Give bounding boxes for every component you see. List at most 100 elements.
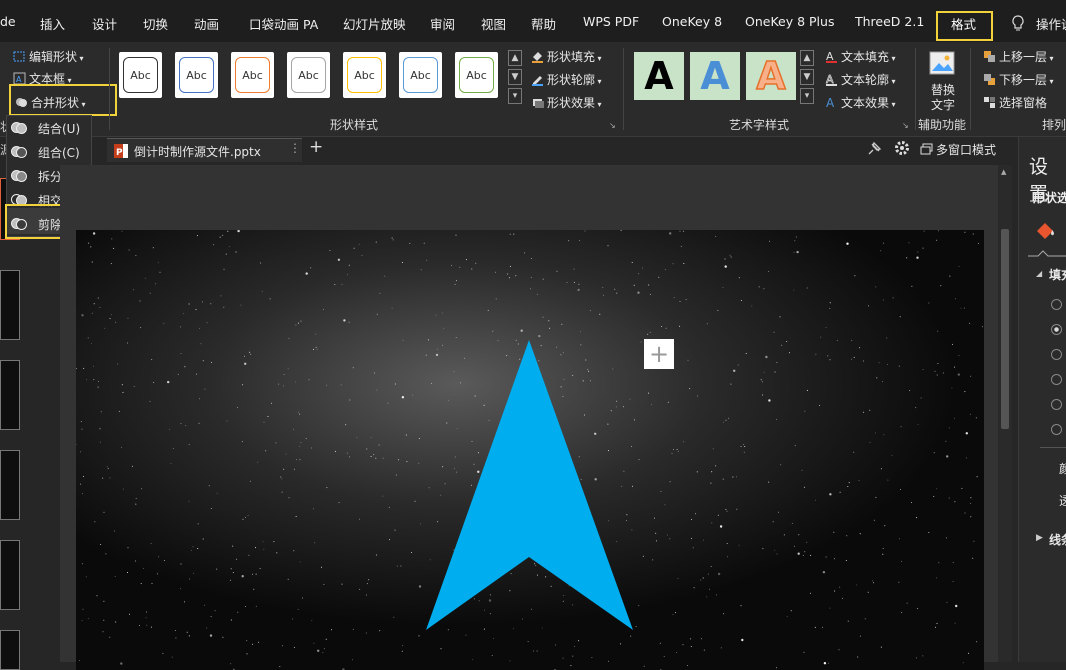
menu-help[interactable]: 帮助 [531, 14, 556, 33]
line-section-label[interactable]: 线条 [1049, 531, 1066, 548]
arrow-shape[interactable] [76, 230, 984, 670]
document-tab[interactable]: P 倒计时制作源文件.pptx [107, 138, 302, 162]
fill-radio-4[interactable] [1051, 374, 1062, 385]
text-outline-button[interactable]: A 文本轮廓 ▾ [825, 71, 896, 88]
shape-style-label: Abc [459, 57, 494, 93]
ribbon-divider [915, 48, 916, 130]
menu-transition[interactable]: 切换 [143, 14, 168, 33]
gear-icon[interactable] [894, 140, 910, 156]
menu-bar: de 插入 设计 切换 动画 口袋动画 PA 幻灯片放映 审阅 视图 帮助 WP… [0, 0, 1066, 48]
menu-format[interactable]: 格式 [951, 14, 976, 33]
fill-section-label[interactable]: 填充 [1049, 266, 1066, 283]
wordart-scroll-up[interactable]: ▲ [800, 50, 814, 66]
text-effect-button[interactable]: A 文本效果 ▾ [825, 94, 896, 111]
multi-window-label: 多窗口模式 [936, 143, 997, 157]
fill-radio-3[interactable] [1051, 349, 1062, 360]
shape-style-6[interactable]: Abc [399, 52, 442, 98]
shape-style-4[interactable]: Abc [287, 52, 330, 98]
menu-design-partial[interactable]: de [0, 14, 16, 29]
gallery-more[interactable]: ▾ [508, 88, 522, 104]
menu-animation[interactable]: 动画 [194, 14, 219, 33]
fill-radio-1[interactable] [1051, 299, 1062, 310]
combine-icon [10, 144, 28, 158]
menu-pocket-animation[interactable]: 口袋动画 PA [249, 14, 318, 33]
lightbulb-icon[interactable] [1012, 15, 1024, 32]
merge-shapes-button[interactable]: 合并形状 ▾ [15, 94, 86, 111]
menu-insert[interactable]: 插入 [40, 14, 65, 33]
shape-style-1[interactable]: Abc [119, 52, 162, 98]
text-fill-button[interactable]: A 文本填充 ▾ [825, 48, 896, 65]
menu-view[interactable]: 视图 [481, 14, 506, 33]
merge-shapes-icon [16, 98, 27, 107]
new-tab-button[interactable]: + [309, 137, 323, 157]
send-backward-icon [984, 74, 995, 85]
pane-shape-options-tab[interactable]: 形状选 [1033, 189, 1066, 206]
scroll-up-icon[interactable]: ▲ [1001, 168, 1006, 176]
wordart-style-2[interactable]: A [690, 52, 740, 100]
shape-style-7[interactable]: Abc [455, 52, 498, 98]
slide[interactable]: + [76, 230, 984, 670]
menu-threed[interactable]: ThreeD 2.1 [855, 14, 924, 29]
wordart-scroll-down[interactable]: ▼ [800, 69, 814, 85]
selection-pane-label: 选择窗格 [999, 96, 1048, 110]
merge-union-item[interactable]: 结合(U) [38, 120, 80, 137]
shape-fill-button[interactable]: 形状填充 ▾ [531, 48, 602, 65]
shape-outline-label: 形状轮廓 [547, 73, 596, 87]
menu-onekey8[interactable]: OneKey 8 [662, 14, 722, 29]
text-effect-icon: A [826, 96, 835, 109]
shape-effect-button[interactable]: 形状效果 ▾ [531, 94, 602, 111]
gallery-scroll-up[interactable]: ▲ [508, 50, 522, 66]
shape-style-5[interactable]: Abc [343, 52, 386, 98]
vertical-scrollbar[interactable]: ▲ [998, 165, 1012, 662]
fill-radio-5[interactable] [1051, 399, 1062, 410]
bring-forward-icon [984, 51, 995, 62]
text-effect-label: 文本效果 [841, 96, 890, 110]
shape-style-label: Abc [347, 57, 382, 93]
menu-slideshow[interactable]: 幻灯片放映 [343, 14, 406, 33]
slide-thumbnail[interactable] [0, 540, 20, 610]
scroll-thumb[interactable] [1001, 229, 1009, 429]
slide-thumbnail[interactable] [0, 360, 20, 430]
pin-icon[interactable] [866, 141, 882, 157]
gallery-scroll-down[interactable]: ▼ [508, 69, 522, 85]
slide-thumbnail[interactable] [0, 450, 20, 520]
shape-outline-button[interactable]: 形状轮廓 ▾ [531, 71, 602, 88]
wordart-style-3[interactable]: A [746, 52, 796, 100]
wordart-launcher-icon[interactable]: ↘ [902, 121, 909, 130]
menu-design[interactable]: 设计 [92, 14, 117, 33]
shape-fill-label: 形状填充 [547, 50, 596, 64]
fill-collapse-icon[interactable]: ◢ [1036, 269, 1042, 278]
shape-style-3[interactable]: Abc [231, 52, 274, 98]
fill-radio-6[interactable] [1051, 424, 1062, 435]
transparency-label: 透 [1059, 494, 1066, 508]
tab-indicator [1028, 250, 1066, 257]
multi-window-button[interactable]: 多窗口模式 [920, 141, 996, 158]
shape-style-2[interactable]: Abc [175, 52, 218, 98]
wordart-more[interactable]: ▾ [800, 88, 814, 104]
replace-text-label-2[interactable]: 文字 [931, 96, 955, 113]
tab-more-icon[interactable]: ⋮ [289, 141, 301, 155]
shape-styles-launcher-icon[interactable]: ↘ [609, 121, 616, 130]
send-backward-button[interactable]: 下移一层 ▾ [983, 71, 1054, 88]
menu-tell-me[interactable]: 操作说 [1036, 14, 1066, 33]
slide-thumbnail[interactable] [0, 630, 20, 670]
shape-effect-label: 形状效果 [547, 96, 596, 110]
ribbon-divider [109, 48, 110, 130]
slide-thumbnail[interactable] [0, 270, 20, 340]
bring-forward-button[interactable]: 上移一层 ▾ [983, 48, 1054, 65]
menu-onekey8plus[interactable]: OneKey 8 Plus [745, 14, 834, 29]
shape-effect-icon [533, 99, 544, 108]
add-content-button[interactable]: + [644, 339, 674, 369]
shape-styles-group-label: 形状样式 [330, 118, 379, 132]
selection-pane-button[interactable]: 选择窗格 [983, 94, 1047, 111]
text-fill-icon: A [826, 50, 837, 63]
line-expand-icon[interactable]: ▶ [1036, 533, 1043, 543]
menu-review[interactable]: 审阅 [430, 14, 455, 33]
merge-combine-item[interactable]: 组合(C) [38, 144, 80, 161]
menu-wps-pdf[interactable]: WPS PDF [583, 14, 639, 29]
edit-shape-button[interactable]: 编辑形状 ▾ [13, 48, 84, 65]
fill-line-icon[interactable] [1033, 219, 1057, 243]
paint-bucket-icon [532, 52, 543, 63]
fill-radio-2[interactable] [1051, 324, 1062, 335]
wordart-style-1[interactable]: A [634, 52, 684, 100]
